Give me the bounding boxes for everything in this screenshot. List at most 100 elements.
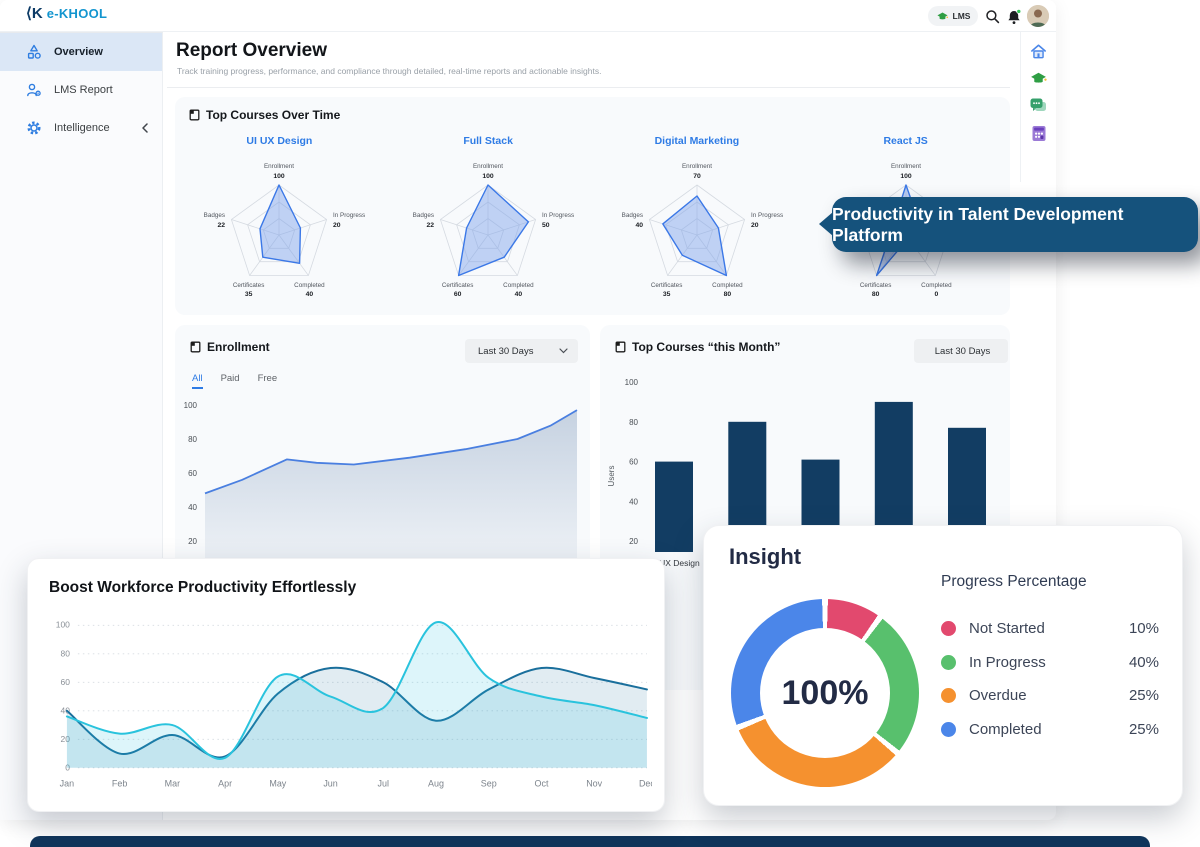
radar-title: Digital Marketing [655, 135, 740, 147]
workforce-line-chart: 100806040200JanFebMarAprMayJunJulAugSepO… [42, 607, 652, 803]
svg-text:100: 100 [274, 173, 286, 180]
svg-text:Certificates: Certificates [233, 282, 265, 289]
sidebar-item-intelligence[interactable]: Intelligence [0, 109, 162, 147]
svg-text:100: 100 [482, 173, 494, 180]
legend-dot-icon [941, 688, 956, 703]
svg-text:40: 40 [188, 503, 197, 512]
svg-text:In Progress: In Progress [542, 212, 574, 219]
progress-donut: 100% [731, 599, 919, 787]
svg-text:Nov: Nov [586, 779, 602, 789]
legend-dot-icon [941, 621, 956, 636]
svg-text:Completed: Completed [712, 282, 743, 289]
svg-text:Aug: Aug [428, 779, 444, 789]
report-doc-icon [189, 109, 200, 121]
svg-text:22: 22 [427, 222, 435, 229]
enrollment-tabs: All Paid Free [192, 373, 277, 389]
chat-icon[interactable] [1029, 97, 1048, 114]
card-title: Top Courses Over Time [206, 108, 340, 122]
legend-dot-icon [941, 655, 956, 670]
svg-text:Mar: Mar [165, 779, 180, 789]
legend-row: In Progress40% [941, 646, 1159, 680]
svg-text:20: 20 [751, 222, 759, 229]
banner-text: Productivity in Talent Development Platf… [832, 204, 1198, 246]
svg-text:80: 80 [188, 435, 197, 444]
svg-text:Badges: Badges [622, 212, 643, 219]
legend-value: 25% [1129, 721, 1159, 738]
svg-text:50: 50 [542, 222, 550, 229]
user-avatar[interactable] [1027, 5, 1049, 27]
legend-label: Not Started [969, 620, 1045, 637]
app-logo[interactable]: ⟨K e-KHOOL [26, 6, 107, 21]
bars-range-dropdown[interactable]: Last 30 Days [914, 339, 1008, 363]
divider [167, 87, 1010, 88]
svg-text:Certificates: Certificates [442, 282, 474, 289]
svg-text:60: 60 [188, 469, 197, 478]
chevron-down-icon [559, 348, 568, 354]
svg-text:Dec: Dec [639, 779, 652, 789]
insight-title: Insight [729, 544, 801, 570]
svg-text:20: 20 [333, 222, 341, 229]
svg-text:Jan: Jan [60, 779, 74, 789]
legend-value: 25% [1129, 687, 1159, 704]
svg-text:60: 60 [60, 677, 70, 687]
boost-workforce-card: Boost Workforce Productivity Effortlessl… [27, 558, 665, 812]
calculator-icon[interactable] [1031, 125, 1047, 142]
home-icon[interactable] [1029, 42, 1048, 60]
top-bar: ⟨K e-KHOOL LMS [0, 0, 1056, 32]
svg-text:60: 60 [629, 458, 638, 467]
enrollment-range-dropdown[interactable]: Last 30 Days [465, 339, 578, 363]
svg-text:Sep: Sep [481, 779, 497, 789]
svg-text:22: 22 [218, 222, 226, 229]
radar-fullstack: Full Stack Enrollment100In Progress50Com… [384, 125, 593, 302]
svg-text:35: 35 [663, 291, 671, 298]
lms-badge[interactable]: LMS [928, 6, 978, 26]
svg-text:40: 40 [515, 291, 523, 298]
boost-title: Boost Workforce Productivity Effortlessl… [49, 579, 356, 597]
notifications-bell-icon[interactable] [1005, 8, 1023, 26]
sidebar-item-overview[interactable]: Overview [0, 33, 162, 71]
graduation-cap-icon[interactable] [1029, 71, 1048, 86]
tab-free[interactable]: Free [258, 373, 278, 389]
svg-text:Users: Users [607, 466, 616, 487]
tab-paid[interactable]: Paid [221, 373, 240, 389]
search-icon[interactable] [984, 8, 1002, 26]
card-title: Enrollment [207, 340, 270, 354]
svg-text:In Progress: In Progress [751, 212, 783, 219]
svg-text:In Progress: In Progress [333, 212, 365, 219]
svg-text:80: 80 [629, 418, 638, 427]
svg-text:Enrollment: Enrollment [891, 163, 921, 170]
report-doc-icon [190, 341, 201, 353]
svg-text:35: 35 [245, 291, 253, 298]
avatar-person-icon [1027, 5, 1049, 27]
radar-polygon [663, 196, 727, 276]
svg-text:May: May [269, 779, 286, 789]
overview-shapes-icon [26, 44, 42, 60]
page-subtitle: Track training progress, performance, an… [177, 66, 601, 76]
radar-chart-fullstack: Enrollment100In Progress50Completed40Cer… [398, 147, 578, 302]
gear-icon [26, 120, 42, 136]
chevron-left-icon[interactable] [140, 122, 150, 134]
svg-text:Feb: Feb [112, 779, 127, 789]
svg-text:100: 100 [900, 173, 912, 180]
svg-text:40: 40 [635, 222, 643, 229]
svg-text:Enrollment: Enrollment [682, 163, 712, 170]
radar-title: React JS [883, 135, 927, 147]
insight-card: Insight Progress Percentage 100% Not Sta… [703, 525, 1183, 806]
legend-title: Progress Percentage [941, 573, 1087, 591]
svg-text:100: 100 [625, 378, 639, 387]
svg-text:Certificates: Certificates [859, 282, 891, 289]
progress-legend: Not Started10%In Progress40%Overdue25%Co… [941, 612, 1159, 746]
svg-text:Certificates: Certificates [651, 282, 683, 289]
radar-digital-marketing: Digital Marketing Enrollment70In Progres… [593, 125, 802, 302]
screenshot-canvas: ⟨K e-KHOOL LMS [0, 0, 1200, 847]
tab-all[interactable]: All [192, 373, 203, 389]
svg-text:Apr: Apr [218, 779, 232, 789]
svg-text:Enrollment: Enrollment [473, 163, 503, 170]
sidebar-item-lms-report[interactable]: LMS Report [0, 71, 162, 109]
svg-text:20: 20 [188, 537, 197, 546]
svg-text:Completed: Completed [921, 282, 952, 289]
radar-chart-uiux: Enrollment100In Progress20Completed40Cer… [189, 147, 369, 302]
svg-text:100: 100 [56, 620, 70, 630]
radar-title: Full Stack [463, 135, 513, 147]
svg-text:Badges: Badges [413, 212, 434, 219]
